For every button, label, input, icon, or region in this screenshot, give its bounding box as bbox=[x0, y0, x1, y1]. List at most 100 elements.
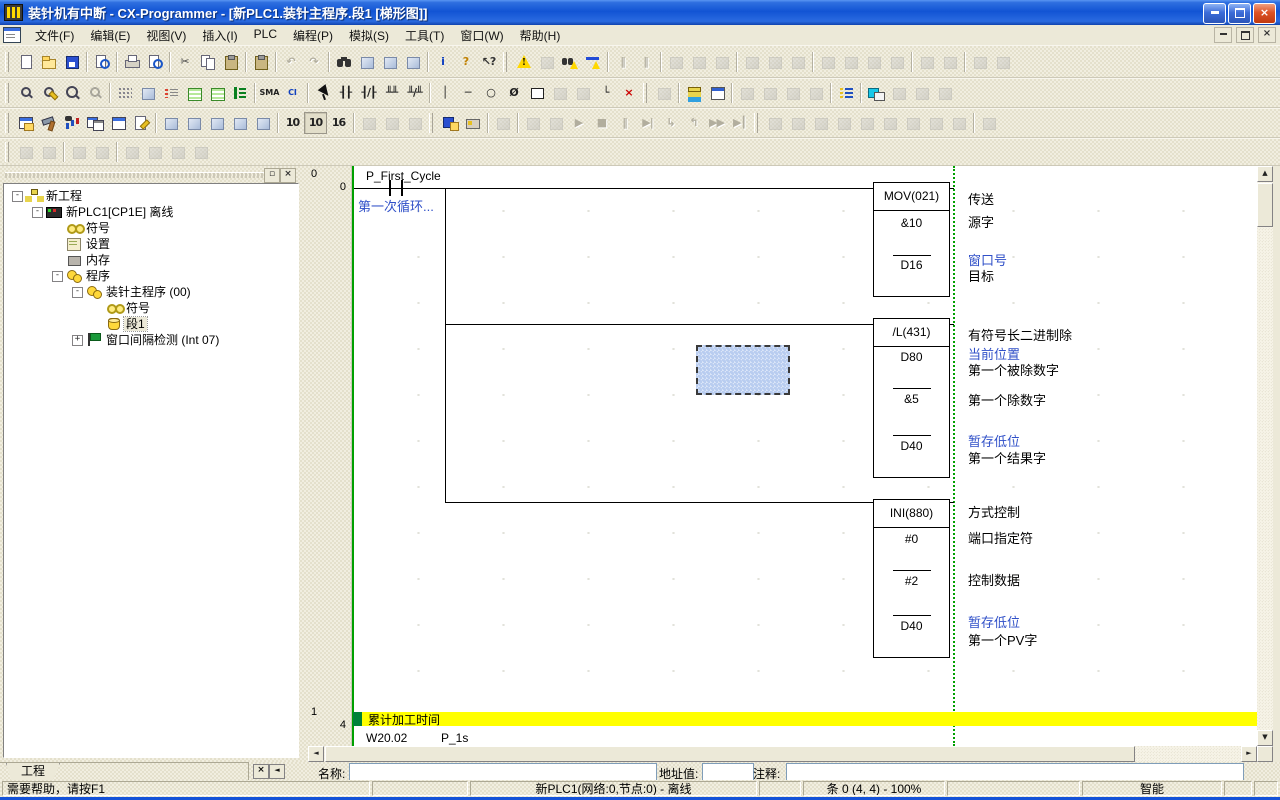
contact-label[interactable]: P_First_Cycle bbox=[366, 169, 441, 183]
show-section-tree-button[interactable] bbox=[228, 82, 251, 104]
paste-button[interactable] bbox=[219, 51, 242, 73]
rung-comment-bar[interactable]: 累计加工时间 bbox=[353, 712, 1257, 726]
scroll-right-button[interactable]: ► bbox=[1241, 746, 1257, 762]
mdi-close-button[interactable]: × bbox=[1258, 27, 1276, 43]
collapse-icon[interactable]: - bbox=[32, 207, 43, 218]
toolbar-grip[interactable] bbox=[643, 83, 647, 103]
replace-button[interactable] bbox=[355, 51, 378, 73]
edit-properties-button[interactable] bbox=[129, 112, 152, 134]
toolbar-grip[interactable] bbox=[5, 52, 9, 72]
vertical-scrollbar[interactable]: ▲ ▼ bbox=[1257, 166, 1273, 746]
close-button[interactable]: × bbox=[1253, 3, 1276, 24]
restore-button[interactable] bbox=[1228, 3, 1251, 24]
menu-insert[interactable]: 插入(I) bbox=[194, 25, 245, 46]
collapse-icon[interactable]: - bbox=[52, 271, 63, 282]
instruction-block-divl[interactable]: /L(431) D80 &5 D40 bbox=[873, 318, 950, 478]
view-option-5-button[interactable] bbox=[251, 112, 274, 134]
toolbar-grip[interactable] bbox=[503, 52, 507, 72]
save-button[interactable] bbox=[60, 51, 83, 73]
context-help-button[interactable]: ↖? bbox=[477, 51, 500, 73]
expand-icon[interactable]: + bbox=[72, 335, 83, 346]
mdi-restore-button[interactable] bbox=[1236, 27, 1254, 43]
panel-close-button[interactable]: × bbox=[280, 168, 296, 183]
contact-label[interactable]: W20.02 bbox=[366, 731, 407, 745]
view-cross-reference-button[interactable]: CI bbox=[281, 82, 304, 104]
collapse-icon[interactable]: - bbox=[12, 191, 23, 202]
menu-tools[interactable]: 工具(T) bbox=[397, 25, 452, 46]
zoom-to-fit-button[interactable] bbox=[14, 82, 37, 104]
online-edit-button[interactable] bbox=[581, 51, 604, 73]
name-input[interactable] bbox=[349, 763, 657, 781]
instruction-operand[interactable]: D40 bbox=[874, 439, 949, 453]
instruction-mnemonic[interactable]: /L(431) bbox=[874, 319, 949, 347]
new-or-contact-button[interactable]: ╨╨ bbox=[380, 82, 403, 104]
menu-help[interactable]: 帮助(H) bbox=[512, 25, 569, 46]
new-coil-button[interactable]: ○ bbox=[479, 82, 502, 104]
menu-plc[interactable]: PLC bbox=[246, 25, 285, 46]
toolbar-grip[interactable] bbox=[5, 113, 9, 133]
instruction-operand[interactable]: &10 bbox=[874, 216, 949, 230]
mdi-minimize-button[interactable] bbox=[1214, 27, 1232, 43]
new-vertical-line-button[interactable]: │ bbox=[433, 82, 456, 104]
view-option-4-button[interactable] bbox=[228, 112, 251, 134]
toggle-output-window-button[interactable] bbox=[106, 112, 129, 134]
find-bit-addresses-button[interactable] bbox=[401, 51, 424, 73]
address-bar-back-button[interactable]: ◄ bbox=[269, 764, 285, 779]
panel-splitter[interactable] bbox=[300, 166, 308, 762]
scroll-down-button[interactable]: ▼ bbox=[1257, 730, 1273, 746]
compile-program-button[interactable] bbox=[512, 51, 535, 73]
panel-drag-handle[interactable] bbox=[5, 172, 265, 178]
toolbar-grip[interactable] bbox=[429, 113, 433, 133]
instruction-mnemonic[interactable]: INI(880) bbox=[874, 500, 949, 528]
address-reference-list-button[interactable] bbox=[834, 82, 857, 104]
new-connecting-line-button[interactable]: └ bbox=[594, 82, 617, 104]
show-rung-annotations-button[interactable] bbox=[159, 82, 182, 104]
print-preview-button[interactable] bbox=[143, 51, 166, 73]
instruction-operand[interactable]: #0 bbox=[874, 532, 949, 546]
comment-input[interactable] bbox=[786, 763, 1244, 781]
toolbar-grip[interactable] bbox=[5, 142, 9, 162]
panel-pin-button[interactable]: ▫ bbox=[264, 168, 280, 183]
paste-special-button[interactable] bbox=[249, 51, 272, 73]
instruction-operand[interactable]: &5 bbox=[874, 392, 949, 406]
menu-file[interactable]: 文件(F) bbox=[27, 25, 82, 46]
properties-info-button[interactable]: i bbox=[431, 51, 454, 73]
horizontal-scroll-thumb[interactable] bbox=[325, 746, 1135, 762]
monitor-io-comments-button[interactable] bbox=[182, 82, 205, 104]
print-button[interactable] bbox=[120, 51, 143, 73]
display-hex-button[interactable]: 16 bbox=[327, 112, 350, 134]
cross-reference-report-button[interactable] bbox=[60, 112, 83, 134]
instruction-block-ini[interactable]: INI(880) #0 #2 D40 bbox=[873, 499, 950, 658]
menu-window[interactable]: 窗口(W) bbox=[452, 25, 511, 46]
display-decimal-button[interactable]: 10 bbox=[281, 112, 304, 134]
find-button[interactable] bbox=[332, 51, 355, 73]
view-option-1-button[interactable] bbox=[159, 112, 182, 134]
show-comments-button[interactable] bbox=[136, 82, 159, 104]
change-all-button[interactable] bbox=[378, 51, 401, 73]
new-instruction-button[interactable] bbox=[525, 82, 548, 104]
zoom-custom-button[interactable] bbox=[37, 82, 60, 104]
scroll-left-button[interactable]: ◄ bbox=[308, 746, 324, 762]
open-button[interactable] bbox=[37, 51, 60, 73]
address-bar-close-button[interactable]: × bbox=[253, 764, 269, 779]
new-contact-button[interactable]: ┨┠ bbox=[334, 82, 357, 104]
new-horizontal-line-button[interactable]: ─ bbox=[456, 82, 479, 104]
monitor-in-window-button[interactable] bbox=[864, 82, 887, 104]
new-closed-contact-button[interactable]: ┨/┠ bbox=[357, 82, 380, 104]
display-signed-decimal-button[interactable]: 10 bbox=[304, 112, 327, 134]
show-rung-wrapping-button[interactable] bbox=[205, 82, 228, 104]
view-option-2-button[interactable] bbox=[182, 112, 205, 134]
build-program-button[interactable] bbox=[37, 112, 60, 134]
instruction-block-mov[interactable]: MOV(021) &10 D16 bbox=[873, 182, 950, 297]
menu-program[interactable]: 编程(P) bbox=[285, 25, 341, 46]
compare-programs-button[interactable] bbox=[90, 51, 113, 73]
menu-simulation[interactable]: 模拟(S) bbox=[341, 25, 397, 46]
show-symbol-stack-button[interactable] bbox=[682, 82, 705, 104]
new-button[interactable] bbox=[14, 51, 37, 73]
instruction-mnemonic[interactable]: MOV(021) bbox=[874, 183, 949, 211]
toggle-project-workspace-button[interactable] bbox=[14, 112, 37, 134]
mdi-child-icon[interactable] bbox=[3, 27, 21, 43]
transfer-to-plc-button[interactable] bbox=[438, 112, 461, 134]
new-or-closed-contact-button[interactable]: ╨/╨ bbox=[403, 82, 426, 104]
cut-button[interactable]: ✂ bbox=[173, 51, 196, 73]
